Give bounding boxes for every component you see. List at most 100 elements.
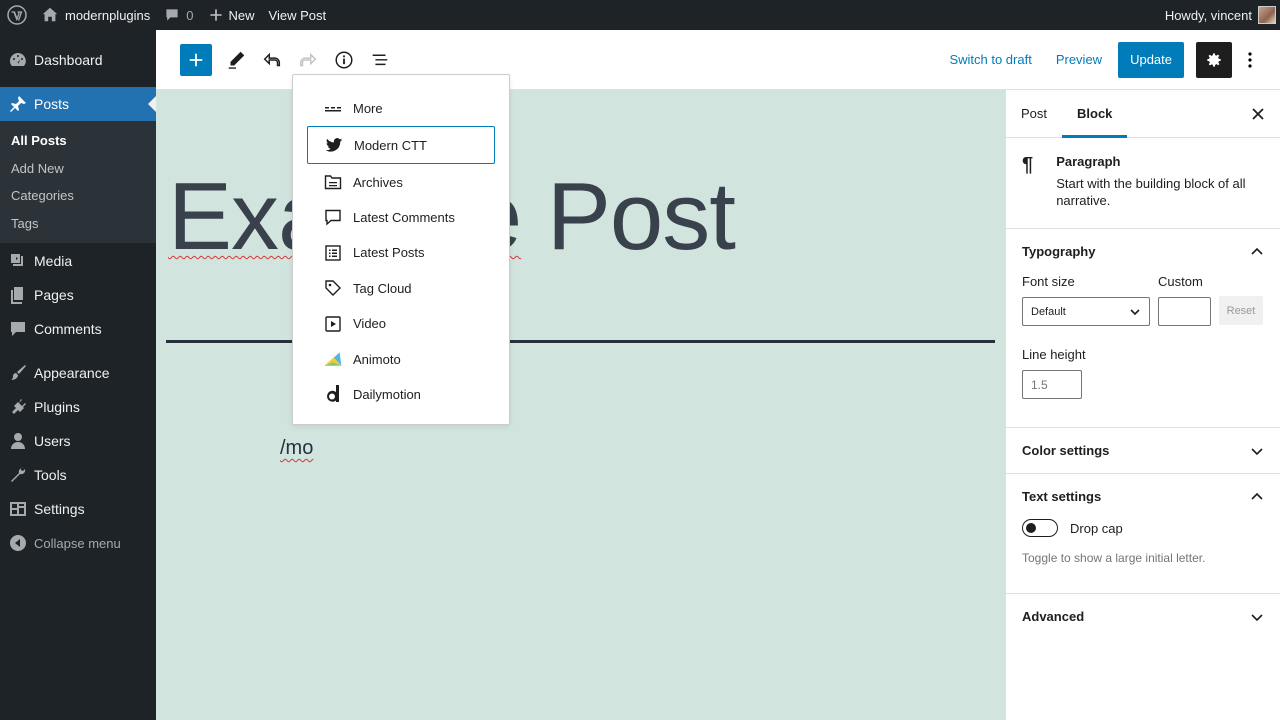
sidebar-item-label: Posts xyxy=(34,96,70,112)
option-label: Dailymotion xyxy=(353,386,421,402)
drop-cap-toggle[interactable] xyxy=(1022,519,1058,537)
sidebar-item-comments[interactable]: Comments xyxy=(0,312,156,346)
list-view-icon xyxy=(372,54,388,65)
color-settings-toggle[interactable]: Color settings xyxy=(1006,428,1280,473)
sidebar-item-dashboard[interactable]: Dashboard xyxy=(0,43,156,77)
howdy-text: Howdy, vincent xyxy=(1164,7,1252,23)
collapse-menu-button[interactable]: Collapse menu xyxy=(0,526,156,560)
panel-title: Typography xyxy=(1022,244,1096,259)
close-settings-button[interactable] xyxy=(1248,104,1268,127)
details-button[interactable] xyxy=(326,42,362,78)
pages-icon xyxy=(11,287,23,304)
twitter-icon xyxy=(325,138,343,152)
settings-toggle-button[interactable] xyxy=(1196,41,1232,78)
list-view-button[interactable] xyxy=(362,42,398,78)
undo-icon xyxy=(263,52,281,66)
paragraph-block[interactable]: /mo xyxy=(280,437,313,460)
submenu-tags[interactable]: Tags xyxy=(0,210,156,238)
submenu-categories[interactable]: Categories xyxy=(0,182,156,210)
panel-title: Text settings xyxy=(1022,489,1102,504)
chevron-up-icon xyxy=(1251,247,1263,255)
sidebar-item-label: Settings xyxy=(34,501,85,517)
option-label: Archives xyxy=(353,174,403,190)
autocomplete-option-latest-posts[interactable]: Latest Posts xyxy=(307,235,495,270)
option-label: Video xyxy=(353,316,387,332)
chevron-down-icon xyxy=(1251,447,1263,455)
submenu-add-new[interactable]: Add New xyxy=(0,155,156,183)
pencil-icon xyxy=(228,51,245,69)
font-size-select[interactable]: Default xyxy=(1022,297,1150,326)
plus-icon xyxy=(189,53,203,66)
sidebar-item-label: Media xyxy=(34,253,73,269)
option-label: Latest Posts xyxy=(353,245,425,261)
block-inserter-button[interactable] xyxy=(180,43,212,76)
user-icon xyxy=(11,433,25,449)
text-settings-toggle[interactable]: Text settings xyxy=(1006,474,1280,519)
gear-icon xyxy=(1207,52,1221,67)
advanced-toggle[interactable]: Advanced xyxy=(1006,594,1280,639)
autocomplete-option-modern-ctt[interactable]: Modern CTT xyxy=(307,126,495,165)
drop-cap-help: Toggle to show a large initial letter. xyxy=(1022,551,1206,565)
sidebar-item-users[interactable]: Users xyxy=(0,424,156,458)
site-name-link[interactable]: modernplugins xyxy=(34,0,157,30)
line-height-input[interactable]: 1.5 xyxy=(1022,370,1082,399)
submenu-all-posts[interactable]: All Posts xyxy=(0,127,156,155)
editor-canvas: Exale Post /mo xyxy=(156,90,1005,720)
sidebar-item-settings[interactable]: Settings xyxy=(0,492,156,526)
typography-panel-toggle[interactable]: Typography xyxy=(1006,229,1280,274)
avatar xyxy=(1258,6,1276,24)
collapse-menu-label: Collapse menu xyxy=(34,535,121,551)
vertical-ellipsis-icon xyxy=(1248,51,1252,68)
wordpress-logo-icon[interactable] xyxy=(0,0,34,30)
settings-icon xyxy=(10,502,26,516)
preview-button[interactable]: Preview xyxy=(1044,52,1114,67)
update-button[interactable]: Update xyxy=(1118,41,1184,78)
more-icon xyxy=(325,106,341,112)
comments-count: 0 xyxy=(186,7,194,23)
autocomplete-option-tag-cloud[interactable]: Tag Cloud xyxy=(307,271,495,306)
pin-icon xyxy=(10,96,26,112)
separator-block[interactable] xyxy=(166,340,995,343)
reset-button[interactable]: Reset xyxy=(1219,296,1263,325)
more-options-button[interactable] xyxy=(1238,50,1262,70)
autocomplete-option-video[interactable]: Video xyxy=(307,306,495,341)
comments-link[interactable]: 0 xyxy=(157,0,200,30)
autocomplete-option-animoto[interactable]: Animoto xyxy=(307,341,495,376)
my-account-link[interactable]: Howdy, vincent xyxy=(1158,0,1280,30)
settings-tabs: Post Block xyxy=(1006,90,1280,138)
autocomplete-option-more[interactable]: More xyxy=(307,91,495,126)
sidebar-item-label: Pages xyxy=(34,287,74,303)
sidebar-item-plugins[interactable]: Plugins xyxy=(0,390,156,424)
sidebar-item-tools[interactable]: Tools xyxy=(0,458,156,492)
tag-icon xyxy=(325,280,341,297)
tab-post[interactable]: Post xyxy=(1006,90,1062,138)
sidebar-item-label: Dashboard xyxy=(34,52,103,68)
color-settings-panel: Color settings xyxy=(1006,428,1280,474)
sidebar-item-media[interactable]: Media xyxy=(0,244,156,278)
site-name-label: modernplugins xyxy=(65,7,151,23)
undo-button[interactable] xyxy=(254,42,290,78)
chevron-down-icon xyxy=(1251,613,1263,621)
panel-title: Color settings xyxy=(1022,443,1110,458)
autocomplete-option-dailymotion[interactable]: Dailymotion xyxy=(307,377,495,412)
tab-block[interactable]: Block xyxy=(1062,90,1128,138)
redo-button[interactable] xyxy=(290,42,326,78)
view-post-link[interactable]: View Post xyxy=(262,0,334,30)
autocomplete-option-latest-comments[interactable]: Latest Comments xyxy=(307,200,495,235)
media-icon xyxy=(11,254,23,266)
autocomplete-option-archives[interactable]: Archives xyxy=(307,164,495,199)
plus-icon xyxy=(209,9,222,21)
sidebar-item-appearance[interactable]: Appearance xyxy=(0,356,156,390)
sidebar-item-posts[interactable]: Posts xyxy=(0,87,156,121)
dailymotion-icon xyxy=(327,385,339,403)
panel-title: Advanced xyxy=(1022,609,1085,624)
switch-to-draft-button[interactable]: Switch to draft xyxy=(937,52,1043,67)
video-icon xyxy=(325,315,341,332)
sidebar-item-pages[interactable]: Pages xyxy=(0,278,156,312)
tools-button[interactable] xyxy=(218,42,254,78)
sidebar-item-label: Tools xyxy=(34,467,67,483)
new-content-link[interactable]: New xyxy=(201,0,262,30)
option-label: Modern CTT xyxy=(354,137,427,153)
custom-font-size-input[interactable] xyxy=(1158,297,1211,326)
dashboard-icon xyxy=(10,53,26,66)
